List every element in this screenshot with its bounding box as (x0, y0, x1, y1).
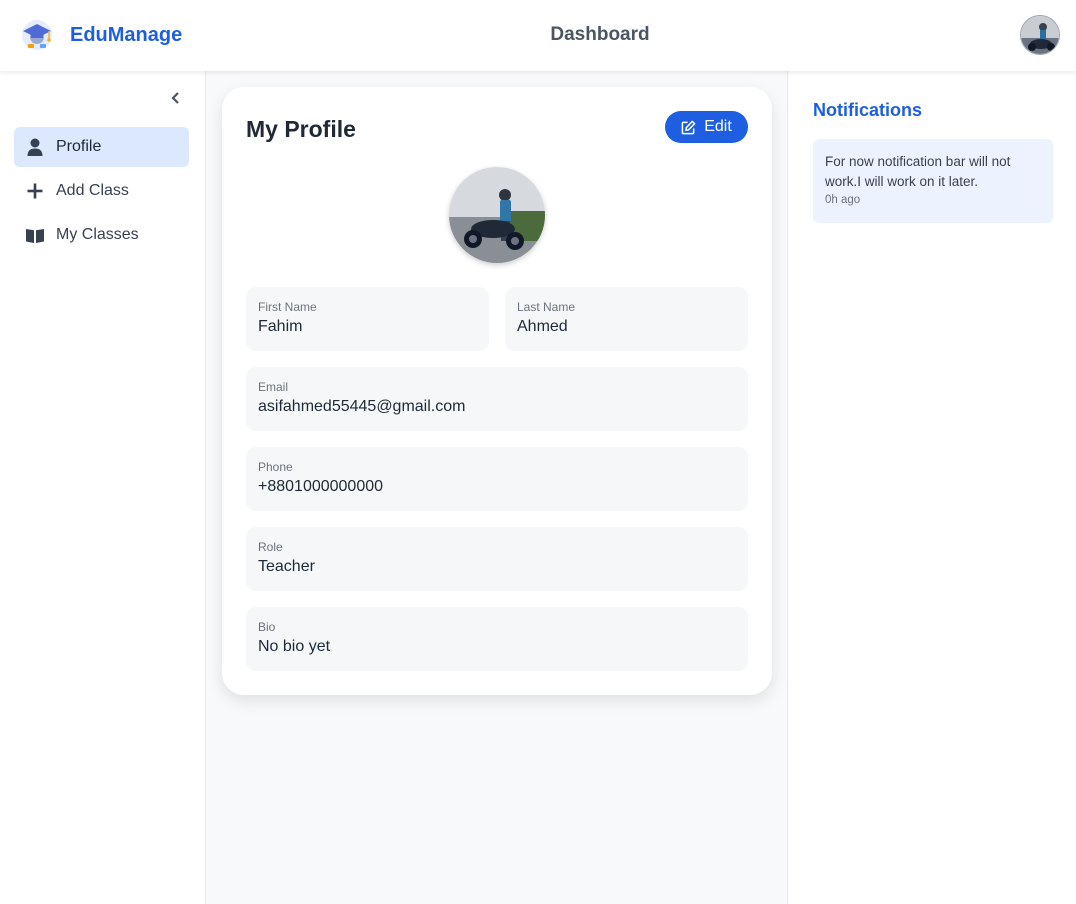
last-name-label: Last Name (517, 300, 576, 314)
edit-profile-button[interactable]: Edit (665, 111, 748, 143)
notification-time: 0h ago (825, 194, 861, 206)
first-name-field: First Name Fahim (246, 287, 489, 351)
role-label: Role (258, 540, 283, 554)
phone-label: Phone (258, 460, 293, 474)
profile-card: My Profile Edit First Name Fahim Last Na… (222, 87, 772, 695)
role-field: Role Teacher (246, 527, 748, 591)
top-bar: EduManage Dashboard (0, 0, 1076, 71)
sidebar-item-my-classes[interactable]: My Classes (14, 215, 189, 255)
book-icon (26, 226, 44, 244)
profile-title: My Profile (246, 116, 356, 142)
sidebar-item-profile[interactable]: Profile (14, 127, 189, 167)
phone-field: Phone +8801000000000 (246, 447, 748, 511)
edit-icon (681, 120, 696, 134)
notifications-panel: Notifications For now notification bar w… (787, 71, 1076, 904)
phone-value: +8801000000000 (258, 478, 384, 495)
notification-item[interactable]: For now notification bar will not work.I… (813, 139, 1053, 223)
page-title: Dashboard (550, 24, 650, 45)
notifications-title: Notifications (813, 100, 923, 120)
plus-icon (26, 182, 44, 200)
sidebar-item-label: Add Class (56, 182, 129, 199)
first-name-value: Fahim (258, 318, 303, 335)
bio-value: No bio yet (258, 638, 331, 655)
last-name-field: Last Name Ahmed (505, 287, 748, 351)
email-label: Email (258, 380, 289, 394)
edit-button-label: Edit (704, 118, 732, 135)
bio-field: Bio No bio yet (246, 607, 748, 671)
sidebar-item-label: Profile (56, 138, 102, 155)
bio-label: Bio (258, 620, 276, 634)
profile-photo (449, 167, 545, 263)
sidebar-item-add-class[interactable]: Add Class (14, 171, 189, 211)
sidebar-item-label: My Classes (56, 226, 139, 243)
last-name-value: Ahmed (517, 318, 568, 335)
email-field: Email asifahmed55445@gmail.com (246, 367, 748, 431)
user-avatar[interactable] (1020, 15, 1060, 55)
sidebar: Profile Add Class My Classes (0, 71, 206, 904)
sidebar-nav: Profile Add Class My Classes (14, 127, 189, 259)
notification-text: For now notification bar will not work.I… (825, 154, 1011, 189)
user-icon (26, 138, 44, 156)
collapse-sidebar-chevron-left-icon[interactable] (170, 91, 184, 107)
role-value: Teacher (258, 558, 315, 575)
email-value: asifahmed55445@gmail.com (258, 398, 466, 415)
first-name-label: First Name (258, 300, 317, 314)
